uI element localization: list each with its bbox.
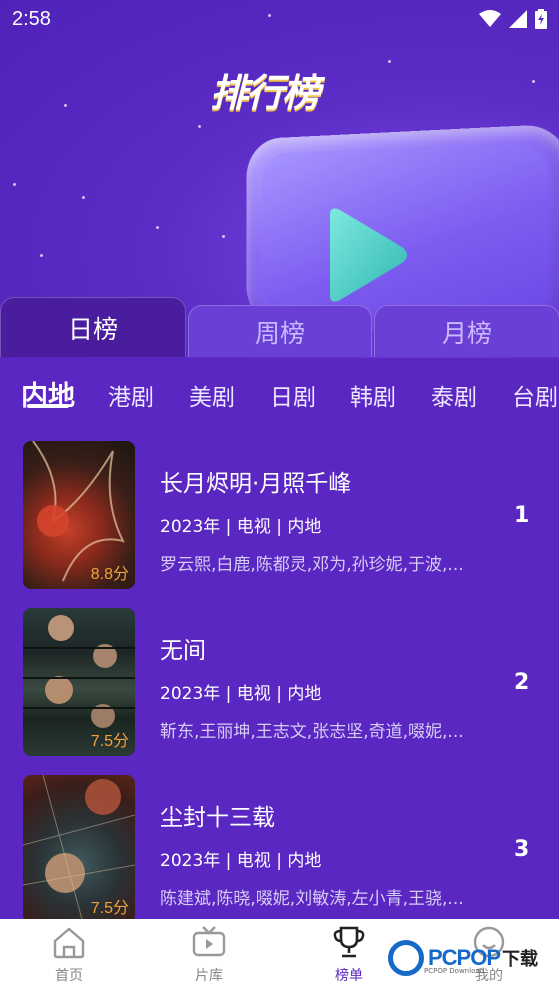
page-title: 排行榜 [210,71,320,115]
home-icon [53,927,85,959]
watermark-sub: PCPOP Download [424,967,485,975]
watermark: PCPOP 下载 PCPOP Download [388,940,538,976]
wifi-icon [479,10,501,27]
item-title[interactable]: 尘封十三载 [160,798,275,832]
category-us[interactable]: 美剧 [189,378,235,412]
score-badge: 7.5分 [90,733,129,750]
nav-home[interactable]: 首页 [29,925,109,985]
status-icons [479,9,547,29]
score-badge: 8.8分 [90,566,129,583]
category-tw[interactable]: 台剧 [512,378,558,412]
watermark-suffix: 下载 [502,949,539,970]
score-badge: 7.5分 [90,900,129,917]
item-cast: 陈建斌,陈晓,啜妮,刘敏涛,左小青,王骁,... [160,889,464,909]
poster-image[interactable]: 7.5分 [23,775,135,923]
item-cast: 靳东,王丽坤,王志文,张志坚,奇道,啜妮,... [160,722,464,742]
list-item[interactable]: 7.5分 尘封十三载 2023年 | 电视 | 内地 陈建斌,陈晓,啜妮,刘敏涛… [0,762,559,928]
tab-daily[interactable]: 日榜 [0,297,186,357]
nav-label: 首页 [55,968,83,984]
item-title[interactable]: 无间 [160,631,206,665]
period-tabs: 日榜 周榜 月榜 [0,297,559,357]
rank-number: 1 [514,503,530,528]
status-bar: 2:58 [0,0,559,38]
item-meta: 2023年 | 电视 | 内地 [160,517,322,537]
item-meta: 2023年 | 电视 | 内地 [160,684,322,704]
nav-library[interactable]: 片库 [169,925,249,985]
tv-icon [192,926,226,957]
status-time: 2:58 [12,7,51,30]
category-underline [27,404,69,408]
poster-image[interactable]: 7.5分 [23,608,135,756]
nav-label: 片库 [195,968,223,984]
signal-icon [509,10,527,28]
trophy-icon [333,926,365,958]
play-icon [330,208,407,302]
rank-number: 2 [514,670,530,695]
rank-number: 3 [514,837,530,862]
nav-ranking[interactable]: 榜单 [309,925,389,985]
item-cast: 罗云熙,白鹿,陈都灵,邓为,孙珍妮,于波,... [160,555,464,575]
item-title[interactable]: 长月烬明·月照千峰 [160,464,351,498]
poster-image[interactable]: 8.8分 [23,441,135,589]
category-th[interactable]: 泰剧 [431,378,477,412]
nav-label: 榜单 [335,968,363,984]
item-meta: 2023年 | 电视 | 内地 [160,851,322,871]
category-kr[interactable]: 韩剧 [350,378,396,412]
list-item[interactable]: 8.8分 长月烬明·月照千峰 2023年 | 电视 | 内地 罗云熙,白鹿,陈都… [0,428,559,594]
category-bar: 内地 港剧 美剧 日剧 韩剧 泰剧 台剧 [0,358,559,428]
battery-icon [535,9,547,29]
pcpop-logo-icon [388,940,424,976]
tab-monthly[interactable]: 月榜 [374,305,559,357]
category-hk[interactable]: 港剧 [108,378,154,412]
tab-weekly[interactable]: 周榜 [188,305,372,357]
category-jp[interactable]: 日剧 [270,378,316,412]
list-item[interactable]: 7.5分 无间 2023年 | 电视 | 内地 靳东,王丽坤,王志文,张志坚,奇… [0,595,559,761]
